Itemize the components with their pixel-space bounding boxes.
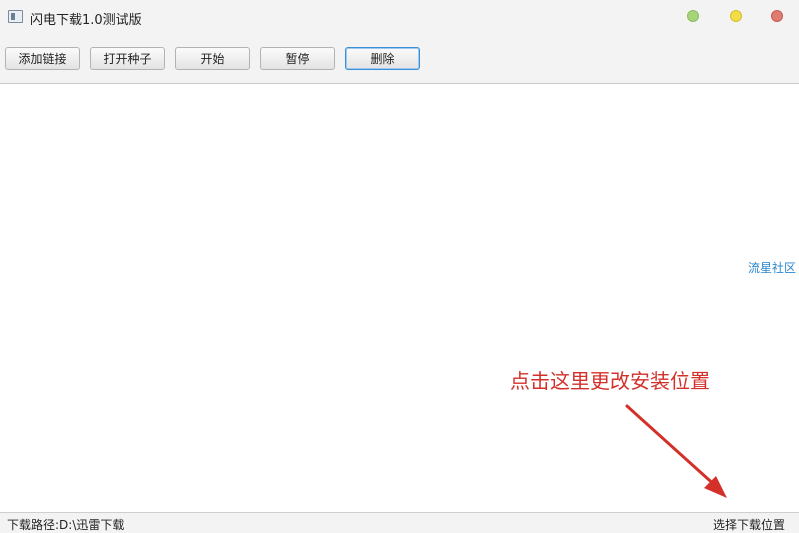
- status-bar: 下载路径:D:\迅雷下载 选择下载位置: [0, 512, 799, 533]
- choose-download-location-button[interactable]: 选择下载位置: [713, 516, 785, 533]
- download-path-text: 下载路径:D:\迅雷下载: [7, 518, 125, 532]
- annotation-arrow: [625, 404, 727, 498]
